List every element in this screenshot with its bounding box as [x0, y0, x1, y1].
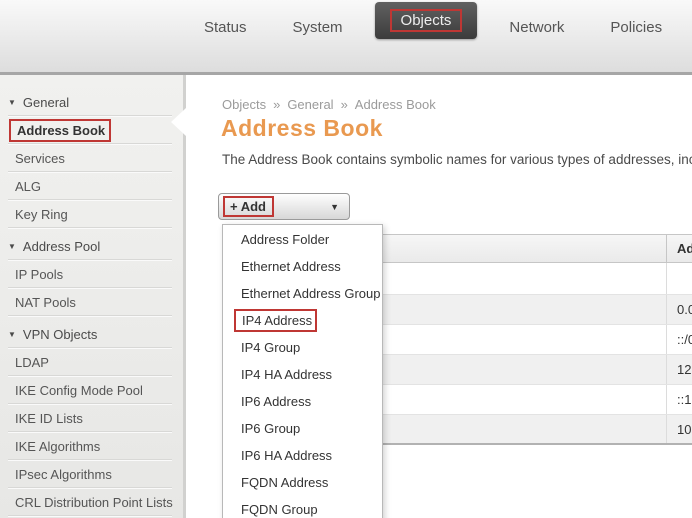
menu-item-ethernet-address[interactable]: Ethernet Address [223, 253, 382, 280]
sidebar-item-ipsec-algorithms[interactable]: IPsec Algorithms [0, 460, 183, 488]
breadcrumb-separator: » [273, 97, 280, 112]
sidebar-item-services[interactable]: Services [0, 144, 183, 172]
sidebar-section-label: General [23, 95, 69, 110]
annotation-highlight: Address Book [9, 119, 111, 142]
sidebar-item-crl-distribution-point-lists[interactable]: CRL Distribution Point Lists [0, 488, 183, 516]
menu-item-ip4-address[interactable]: IP4 Address [223, 307, 382, 334]
annotation-highlight: + Add [223, 196, 274, 217]
sidebar-item-ldap[interactable]: LDAP [0, 348, 183, 376]
nav-tab-system[interactable]: System [279, 13, 357, 42]
sidebar-item-alg[interactable]: ALG [0, 172, 183, 200]
caret-down-icon: ▼ [330, 202, 339, 212]
nav-tab-objects[interactable]: Objects [375, 2, 478, 39]
page-description: The Address Book contains symbolic names… [222, 152, 692, 167]
sidebar-item-ike-id-lists[interactable]: IKE ID Lists [0, 404, 183, 432]
sidebar-item-address-book[interactable]: Address Book [0, 116, 183, 144]
sidebar-item-nat-pools[interactable]: NAT Pools [0, 288, 183, 316]
sidebar: ▼ General Address Book Services ALG Key … [0, 75, 186, 518]
sidebar-item-label: Address Book [17, 123, 105, 138]
menu-item-ip6-address[interactable]: IP6 Address [223, 388, 382, 415]
selected-item-arrow [171, 108, 186, 136]
sidebar-section-vpn-objects[interactable]: ▼ VPN Objects [0, 320, 183, 348]
breadcrumb: Objects » General » Address Book [222, 97, 436, 112]
address-cell: 0.0.0 [666, 295, 692, 324]
sidebar-section-address-pool[interactable]: ▼ Address Pool [0, 232, 183, 260]
nav-tab-network[interactable]: Network [495, 13, 578, 42]
triangle-expanded-icon: ▼ [8, 330, 16, 339]
menu-item-ip6-ha-address[interactable]: IP6 HA Address [223, 442, 382, 469]
page-title: Address Book [221, 115, 383, 142]
sidebar-item-ike-config-mode-pool[interactable]: IKE Config Mode Pool [0, 376, 183, 404]
add-button[interactable]: + Add ▼ [218, 193, 350, 220]
breadcrumb-general[interactable]: General [287, 97, 333, 112]
top-navigation-bar: Status System Objects Network Policies [0, 0, 692, 75]
nav-tab-objects-label: Objects [401, 12, 452, 29]
address-cell [666, 263, 692, 294]
add-dropdown-menu: Address Folder Ethernet Address Ethernet… [222, 224, 383, 518]
address-cell: ::/0 [666, 325, 692, 354]
menu-item-label: IP4 Address [242, 313, 312, 328]
annotation-highlight: IP4 Address [234, 309, 317, 332]
breadcrumb-address-book[interactable]: Address Book [355, 97, 436, 112]
annotation-highlight: Objects [390, 9, 463, 32]
menu-item-address-folder[interactable]: Address Folder [223, 226, 382, 253]
menu-item-fqdn-address[interactable]: FQDN Address [223, 469, 382, 496]
address-cell: 127. [666, 355, 692, 384]
nav-tab-status[interactable]: Status [190, 13, 261, 42]
menu-item-ethernet-address-group[interactable]: Ethernet Address Group [223, 280, 382, 307]
sidebar-section-label: VPN Objects [23, 327, 97, 342]
triangle-expanded-icon: ▼ [8, 242, 16, 251]
breadcrumb-separator: » [341, 97, 348, 112]
menu-item-ip4-ha-address[interactable]: IP4 HA Address [223, 361, 382, 388]
address-cell: ::1 ( [666, 385, 692, 414]
nav-tab-policies[interactable]: Policies [596, 13, 676, 42]
triangle-expanded-icon: ▼ [8, 98, 16, 107]
menu-item-ip6-group[interactable]: IP6 Group [223, 415, 382, 442]
main-content: Objects » General » Address Book Address Boo… [186, 75, 692, 518]
sidebar-item-key-ring[interactable]: Key Ring [0, 200, 183, 228]
table-header-address: Ad [666, 235, 692, 262]
menu-item-ip4-group[interactable]: IP4 Group [223, 334, 382, 361]
breadcrumb-objects[interactable]: Objects [222, 97, 266, 112]
sidebar-section-label: Address Pool [23, 239, 100, 254]
add-button-label: + Add [230, 199, 266, 214]
menu-item-fqdn-group[interactable]: FQDN Group [223, 496, 382, 518]
sidebar-item-ike-algorithms[interactable]: IKE Algorithms [0, 432, 183, 460]
sidebar-item-ip-pools[interactable]: IP Pools [0, 260, 183, 288]
sidebar-section-general[interactable]: ▼ General [0, 88, 183, 116]
address-cell: 10.1 [666, 415, 692, 443]
